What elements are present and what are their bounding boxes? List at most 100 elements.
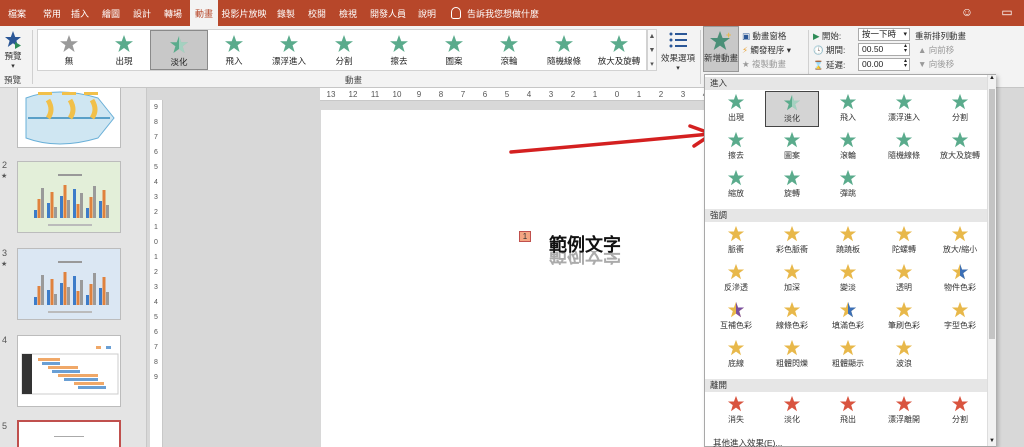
- dropdown-effect-item[interactable]: 飛入: [821, 91, 875, 127]
- gallery-down-icon[interactable]: ▼: [648, 44, 656, 58]
- gallery-item-5[interactable]: 分割: [315, 30, 373, 70]
- share-icon[interactable]: ☺: [960, 5, 974, 19]
- tell-me-search[interactable]: 告訴我您想做什麼: [451, 6, 539, 22]
- gallery-item-10[interactable]: 放大及旋轉: [590, 30, 648, 70]
- dropdown-effect-item[interactable]: 放大及旋轉: [933, 129, 987, 165]
- tab-3[interactable]: 繪圖: [97, 0, 125, 26]
- animation-painter-button[interactable]: ★ 複製動畫: [742, 58, 786, 70]
- tab-6[interactable]: 動畫: [190, 0, 218, 26]
- dropdown-effect-item[interactable]: 加深: [765, 261, 819, 297]
- tab-5[interactable]: 轉場: [159, 0, 187, 26]
- gallery-more-icon[interactable]: ▾: [648, 58, 656, 72]
- preview-button[interactable]: 預覽 ▾: [2, 30, 24, 70]
- dropdown-effect-item[interactable]: 淡化: [765, 393, 819, 429]
- scroll-thumb[interactable]: [989, 89, 995, 339]
- vruler-tick: 9: [154, 374, 158, 381]
- more-entrance-effects-link[interactable]: 其他進入效果(E)...: [713, 437, 782, 447]
- slide-number-3: 3: [2, 248, 8, 258]
- gallery-item-6[interactable]: 擦去: [370, 30, 428, 70]
- slide-thumbnail-1[interactable]: [17, 88, 121, 148]
- dropdown-effect-item[interactable]: 陀螺轉: [877, 223, 931, 259]
- dropdown-effect-item[interactable]: 底線: [709, 337, 763, 373]
- gallery-item-3[interactable]: 飛入: [205, 30, 263, 70]
- dropdown-effect-item[interactable]: 旋轉: [765, 167, 819, 203]
- dropdown-effect-item[interactable]: 線條色彩: [765, 299, 819, 335]
- bar-chart-thumb: [26, 172, 114, 226]
- tab-10[interactable]: 檢視: [334, 0, 362, 26]
- gallery-item-2[interactable]: 淡化: [150, 30, 208, 70]
- effect-options-button[interactable]: 效果選項 ▾: [660, 30, 696, 72]
- gallery-item-7[interactable]: 圖案: [425, 30, 483, 70]
- dropdown-effect-item[interactable]: 波浪: [877, 337, 931, 373]
- slide-thumbnail-2[interactable]: [17, 161, 121, 233]
- start-select[interactable]: 按一下時 ▾: [858, 28, 910, 41]
- dropdown-effect-item[interactable]: 出現: [709, 91, 763, 127]
- dropdown-effect-item[interactable]: 分割: [933, 91, 987, 127]
- dropdown-effect-item[interactable]: 變淡: [821, 261, 875, 297]
- gallery-up-icon[interactable]: ▲: [648, 30, 656, 44]
- slide-thumbnail-panel[interactable]: 2 ★ 3 ★ 4 5: [0, 88, 147, 447]
- vertical-ruler: 9 8 7 6 5 4 3 2 1 0 1 2 3 4 5 6 7 8 9: [150, 100, 163, 447]
- dropdown-effect-item[interactable]: 擦去: [709, 129, 763, 165]
- dropdown-effect-item[interactable]: 字型色彩: [933, 299, 987, 335]
- dropdown-effect-item[interactable]: 筆刷色彩: [877, 299, 931, 335]
- duration-input[interactable]: 00.50 ▴ ▾: [858, 43, 910, 56]
- dropdown-effect-item[interactable]: 物件色彩: [933, 261, 987, 297]
- dropdown-effect-item[interactable]: 透明: [877, 261, 931, 297]
- tab-2[interactable]: 插入: [66, 0, 94, 26]
- delay-input[interactable]: 00.00 ▴ ▾: [858, 58, 910, 71]
- dropdown-effect-label: 物件色彩: [944, 283, 976, 292]
- dropdown-scrollbar[interactable]: ▲ ▼: [987, 75, 996, 446]
- dropdown-effect-item[interactable]: 脈衝: [709, 223, 763, 259]
- dropdown-effect-item[interactable]: 縮放: [709, 167, 763, 203]
- dropdown-effect-item[interactable]: 分割: [933, 393, 987, 429]
- dropdown-effect-label: 陀螺轉: [892, 245, 916, 254]
- dropdown-effect-item[interactable]: 圖案: [765, 129, 819, 165]
- tab-4[interactable]: 設計: [128, 0, 156, 26]
- scroll-up-icon[interactable]: ▲: [988, 75, 996, 81]
- slide-thumbnail-4[interactable]: [17, 335, 121, 407]
- tab-8[interactable]: 錄製: [272, 0, 300, 26]
- comments-icon[interactable]: ▭: [1000, 5, 1014, 19]
- dropdown-effect-item[interactable]: 滾輪: [821, 129, 875, 165]
- dropdown-effect-item[interactable]: 蹺蹺板: [821, 223, 875, 259]
- dropdown-effect-item[interactable]: 淡化: [765, 91, 819, 127]
- move-later-button[interactable]: ▼ 向後移: [918, 58, 954, 70]
- effect-star-icon: [783, 169, 801, 186]
- dropdown-effect-label: 底線: [728, 359, 744, 368]
- dropdown-effect-item[interactable]: 漂浮進入: [877, 91, 931, 127]
- dropdown-effect-item[interactable]: 互補色彩: [709, 299, 763, 335]
- gallery-item-4[interactable]: 漂浮進入: [260, 30, 318, 70]
- gallery-item-8[interactable]: 滾輪: [480, 30, 538, 70]
- dropdown-effect-item[interactable]: 彈跳: [821, 167, 875, 203]
- trigger-button[interactable]: ⚡ 觸發程序 ▾: [742, 44, 791, 56]
- dropdown-effect-item[interactable]: 漂浮離開: [877, 393, 931, 429]
- add-animation-button[interactable]: + 新增動畫: [703, 26, 739, 72]
- dropdown-effect-item[interactable]: 消失: [709, 393, 763, 429]
- tab-12[interactable]: 說明: [413, 0, 441, 26]
- tab-1[interactable]: 常用: [38, 0, 66, 26]
- dropdown-effect-item[interactable]: 隨機線條: [877, 129, 931, 165]
- animation-order-tag[interactable]: 1: [519, 231, 531, 242]
- dropdown-effect-item[interactable]: 粗體顯示: [821, 337, 875, 373]
- dropdown-effect-item[interactable]: 填滿色彩: [821, 299, 875, 335]
- scroll-down-icon[interactable]: ▼: [989, 438, 995, 444]
- tab-9[interactable]: 校閱: [303, 0, 331, 26]
- dropdown-effect-item[interactable]: 飛出: [821, 393, 875, 429]
- slide-thumbnail-5[interactable]: [17, 420, 121, 447]
- slide-thumbnail-3[interactable]: [17, 248, 121, 320]
- gallery-item-0[interactable]: 無: [40, 30, 98, 70]
- gallery-item-1[interactable]: 出現: [95, 30, 153, 70]
- tab-7[interactable]: 投影片放映: [221, 0, 267, 26]
- dropdown-effect-item[interactable]: 粗體閃爍: [765, 337, 819, 373]
- vruler-tick: 0: [154, 239, 158, 246]
- dropdown-effect-item[interactable]: 放大/縮小: [933, 223, 987, 259]
- tab-11[interactable]: 開發人員: [368, 0, 408, 26]
- tab-0[interactable]: 檔案: [4, 0, 30, 26]
- dropdown-effect-item[interactable]: 反滲透: [709, 261, 763, 297]
- gallery-scroll[interactable]: ▲ ▼ ▾: [647, 29, 657, 71]
- animation-pane-button[interactable]: ▣ 動畫窗格: [742, 30, 786, 42]
- dropdown-effect-item[interactable]: 彩色脈衝: [765, 223, 819, 259]
- gallery-item-9[interactable]: 隨機線條: [535, 30, 593, 70]
- move-earlier-button[interactable]: ▲ 向前移: [918, 44, 954, 56]
